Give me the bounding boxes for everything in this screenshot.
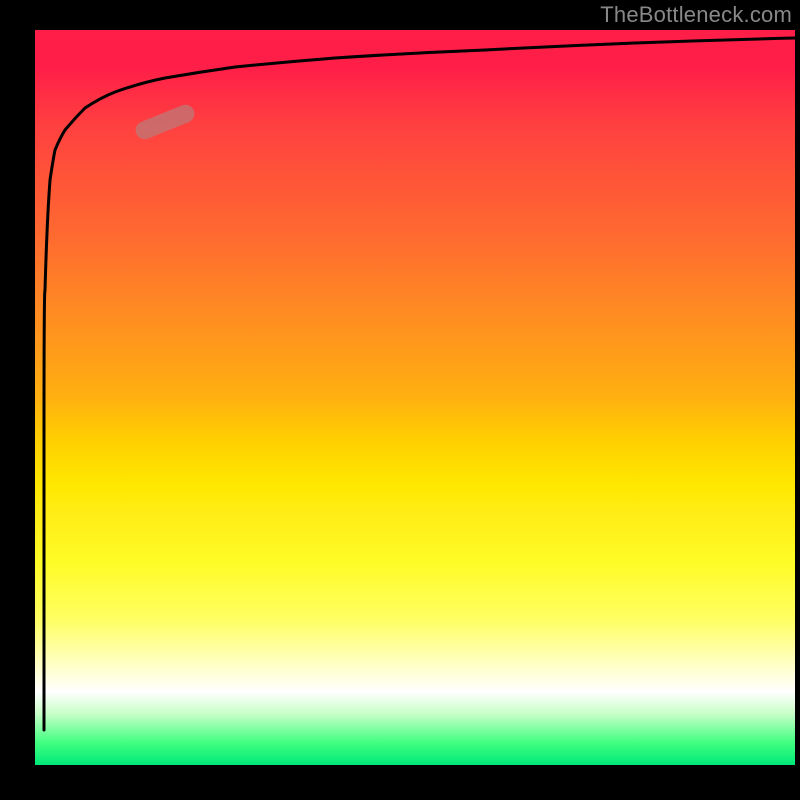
watermark-text: TheBottleneck.com [600,2,792,28]
chart-gradient-background [35,30,795,765]
